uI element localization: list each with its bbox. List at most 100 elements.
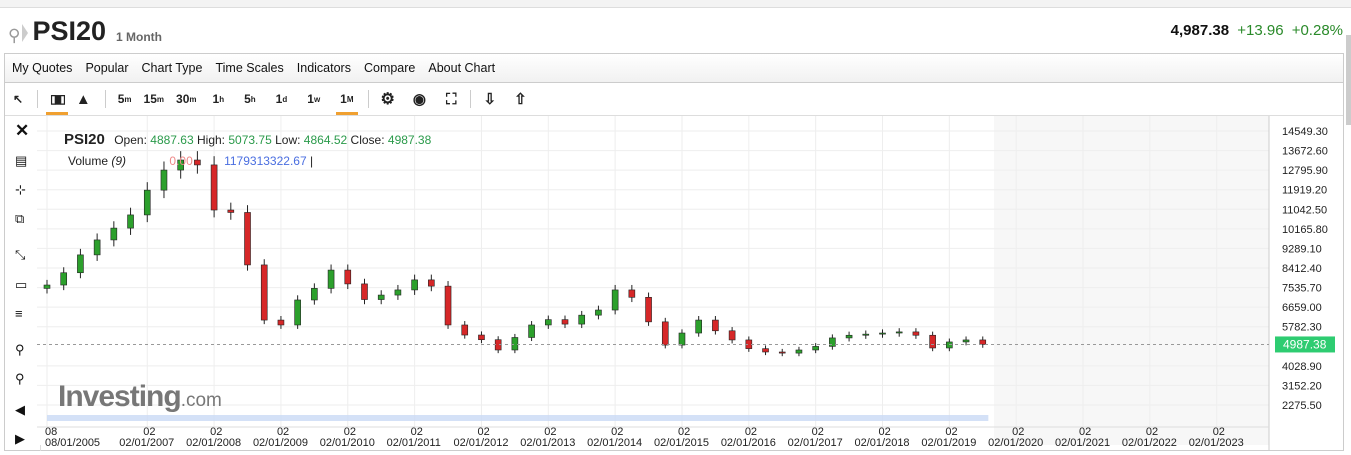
interval-15m[interactable]: 15 m [144, 86, 164, 112]
camera-icon[interactable]: ◉ [413, 86, 426, 112]
candle-body [778, 351, 786, 354]
candle-body [511, 337, 519, 351]
open-label: Open: [114, 133, 147, 147]
candle-body [444, 285, 452, 326]
candle-body [762, 348, 769, 353]
cursor-icon[interactable]: ↖ [13, 86, 23, 112]
x-tick-date: 02/01/2016 [721, 437, 776, 449]
scroll-left-icon[interactable]: ◀ [15, 402, 25, 418]
interval-unit: M [346, 94, 354, 104]
close-value: 4987.38 [387, 133, 432, 147]
download-cloud-icon[interactable]: ⇩ [483, 86, 496, 112]
settings-gear-icon[interactable]: ⚙ [381, 86, 395, 112]
candle-body [127, 214, 134, 229]
last-price: 4,987.38 [1170, 22, 1230, 39]
zoom-in-icon[interactable]: ⚲ [15, 342, 25, 358]
arrow-icon [22, 24, 29, 42]
candle-body [678, 332, 686, 346]
candle-body [845, 334, 853, 339]
instrument-header: ⚲ PSI20 1 Month [8, 16, 162, 46]
candle-body [327, 269, 335, 289]
menu-time-scales[interactable]: Time Scales [215, 61, 283, 75]
candle-body [411, 279, 418, 291]
layers-icon[interactable]: ⧉ [15, 211, 24, 227]
fibonacci-icon[interactable]: ≡ [15, 306, 23, 321]
close-label: Close: [350, 133, 385, 147]
interval-1h[interactable]: 1h [213, 86, 225, 112]
candle-body [628, 289, 636, 298]
interval-unit: m [124, 94, 132, 104]
high-label: High: [197, 133, 226, 147]
search-icon[interactable]: ⚲ [8, 26, 20, 46]
menu-my-quotes[interactable]: My Quotes [12, 61, 72, 75]
chart-menu-bar: My Quotes Popular Chart Type Time Scales… [5, 54, 1343, 83]
candle-body [110, 227, 118, 241]
price-change: +13.96 [1237, 22, 1284, 39]
interval-1w[interactable]: 1w [307, 86, 320, 112]
interval-unit: m [156, 94, 165, 104]
area-chart-icon[interactable]: ▲ [76, 86, 91, 112]
future-area [994, 116, 1269, 445]
candle-body [879, 332, 886, 335]
volume-value: 1179313322.67 [224, 154, 307, 168]
remove-drawings-icon[interactable]: ▤ [15, 153, 27, 169]
close-icon[interactable]: ✕ [15, 121, 29, 141]
page-scrollbar[interactable] [1346, 35, 1351, 125]
menu-about-chart[interactable]: About Chart [428, 61, 495, 75]
x-tick-date: 02/01/2018 [855, 437, 910, 449]
y-tick-label: 11919.20 [1282, 185, 1327, 197]
trend-line-icon[interactable]: ⤡ [15, 247, 25, 263]
candles-chart-icon[interactable]: ▯▮▯ [46, 86, 68, 115]
candle-body [160, 169, 168, 191]
y-tick-label: 4028.90 [1282, 361, 1322, 373]
candle-body [561, 319, 569, 325]
divider [104, 90, 106, 108]
crosshair-icon[interactable]: ⊹ [15, 182, 26, 198]
interval-5h[interactable]: 5h [244, 86, 256, 112]
y-tick-label: 9289.10 [1282, 243, 1322, 255]
interval-30m[interactable]: 30 m [176, 86, 196, 112]
menu-indicators[interactable]: Indicators [297, 61, 351, 75]
candle-body [428, 279, 435, 287]
candle-body [812, 346, 819, 351]
candle-body [595, 309, 602, 316]
interval-1M[interactable]: 1M [336, 86, 359, 115]
x-tick-date: 02/01/2023 [1189, 437, 1244, 449]
candle-body [93, 239, 101, 256]
divider [37, 90, 39, 108]
interval-number: 5 [117, 92, 125, 106]
interval-number: 1 [275, 92, 283, 106]
volume-ma-value: 0.00 [169, 154, 193, 168]
volume-period: (9) [111, 154, 127, 168]
y-tick-label: 10165.80 [1282, 224, 1328, 236]
upload-cloud-icon[interactable]: ⇧ [514, 86, 527, 112]
menu-compare[interactable]: Compare [364, 61, 415, 75]
rectangle-icon[interactable]: ▭ [15, 277, 27, 293]
x-tick-date: 02/01/2007 [119, 437, 174, 449]
y-tick-label: 2275.50 [1282, 400, 1322, 412]
scroll-right-icon[interactable]: ▶ [15, 431, 25, 447]
menu-popular[interactable]: Popular [85, 61, 128, 75]
candle-body [829, 337, 836, 347]
candle-body [394, 289, 402, 296]
interval-unit: w [313, 94, 321, 104]
candle-body [377, 294, 385, 300]
candle-body [143, 189, 151, 216]
x-tick-date: 02/01/2013 [520, 437, 575, 449]
candle-body [795, 349, 803, 354]
fullscreen-icon[interactable]: ⛶ [446, 86, 457, 112]
interval-1d[interactable]: 1d [276, 86, 288, 112]
quote-summary: 4,987.38 +13.96 +0.28% [1171, 22, 1343, 39]
legend-symbol: PSI20 [64, 131, 105, 148]
interval-number: 1 [212, 92, 220, 106]
interval-5m[interactable]: 5m [118, 86, 132, 112]
candle-body [728, 330, 736, 341]
x-tick-date: 02/01/2009 [253, 437, 308, 449]
drawing-tools-sidebar: ✕ ▤ ⊹ ⧉ ⤡ ▭ ≡ ⚲ ⚲ ◀ ▶ [5, 117, 41, 451]
low-label: Low: [275, 133, 301, 147]
zoom-out-icon[interactable]: ⚲ [15, 371, 25, 387]
investing-logo: Investing.com [58, 380, 222, 413]
interval-number: 5 [244, 92, 251, 106]
menu-chart-type[interactable]: Chart Type [142, 61, 203, 75]
candle-body [544, 319, 552, 326]
